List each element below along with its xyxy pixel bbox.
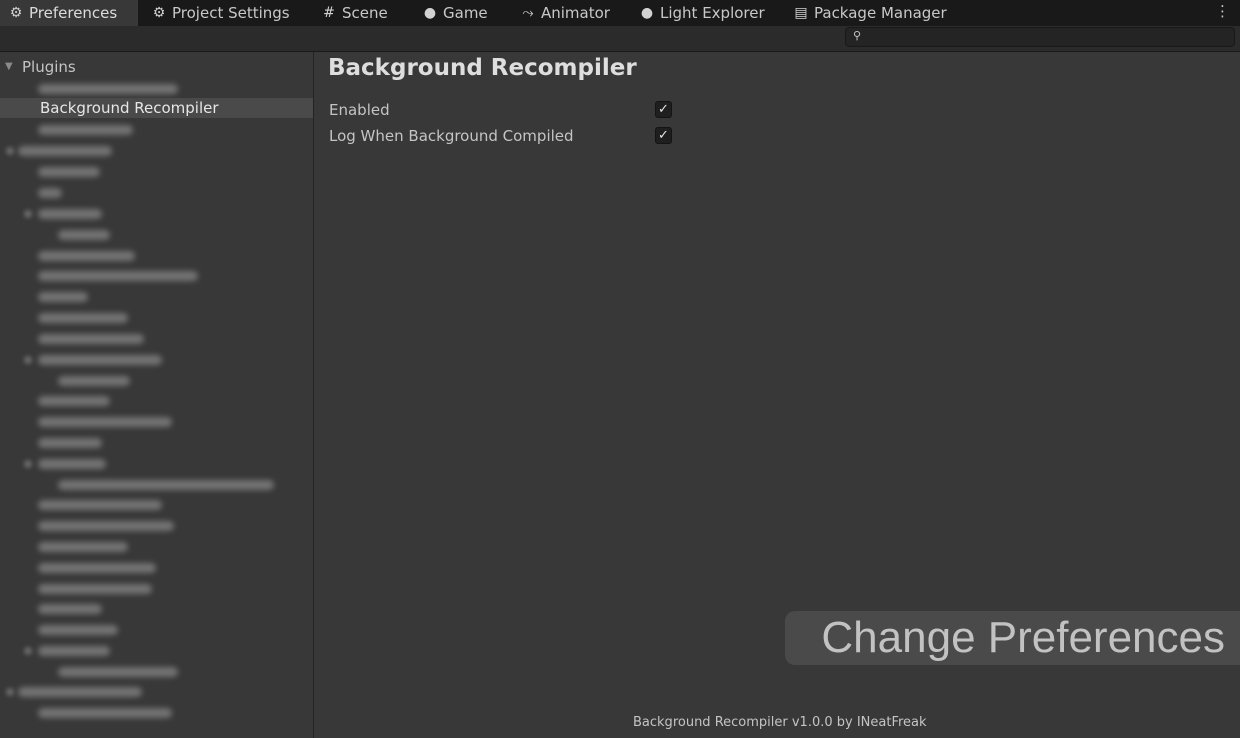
package-icon: ▤ [794, 5, 808, 21]
blurred-tree-item[interactable] [38, 521, 174, 531]
preferences-sidebar: ▼ Plugins Background Recompiler [0, 52, 314, 738]
blurred-tree-item[interactable] [38, 563, 156, 573]
tab-preferences[interactable]: ⚙ Preferences [0, 0, 138, 26]
setting-enabled: Enabled ✓ [329, 99, 679, 121]
window-tab-bar: ⚙ Preferences ⚙ Project Settings # Scene… [0, 0, 1240, 26]
blurred-tree-item[interactable] [38, 355, 162, 365]
blurred-tree-item[interactable] [38, 251, 135, 261]
expand-arrow-icon[interactable]: ▼ [5, 57, 13, 77]
blurred-tree-item[interactable] [38, 459, 106, 469]
tab-animator[interactable]: ⤳ Animator [520, 0, 610, 26]
gamepad-icon: ● [423, 5, 437, 21]
blurred-tree-item[interactable] [38, 292, 88, 302]
blurred-tree-item[interactable] [38, 188, 62, 198]
blurred-fold-icon [6, 147, 14, 155]
tab-project-settings[interactable]: ⚙ Project Settings [151, 0, 290, 26]
blurred-fold-icon [24, 210, 32, 218]
more-options-icon[interactable]: ⋮ [1215, 2, 1230, 20]
log-when-compiled-checkbox[interactable]: ✓ [655, 127, 672, 144]
preferences-window: ⚙ Preferences ⚙ Project Settings # Scene… [0, 0, 1240, 738]
setting-label: Log When Background Compiled [329, 127, 574, 145]
enabled-checkbox[interactable]: ✓ [655, 101, 672, 118]
tab-label: Animator [541, 4, 610, 22]
blurred-fold-icon [24, 647, 32, 655]
blurred-tree-item[interactable] [58, 667, 178, 677]
search-input[interactable]: ⚲ [845, 27, 1235, 47]
blurred-tree-item[interactable] [38, 625, 118, 635]
version-footer: Background Recompiler v1.0.0 by INeatFre… [633, 715, 927, 730]
blurred-tree-item[interactable] [38, 584, 152, 594]
tree-item-label: Plugins [22, 58, 76, 76]
banner-text: Change Preferences [821, 613, 1225, 662]
change-preferences-banner: Change Preferences [785, 611, 1240, 665]
blurred-fold-icon [24, 460, 32, 468]
tree-item-plugins[interactable]: ▼ Plugins [0, 57, 313, 77]
tab-package-manager[interactable]: ▤ Package Manager [793, 0, 947, 26]
blurred-tree-item[interactable] [38, 604, 102, 614]
blurred-tree-item[interactable] [38, 396, 110, 406]
blurred-fold-icon [24, 356, 32, 364]
blurred-tree-item[interactable] [38, 167, 100, 177]
tab-game[interactable]: ● Game [422, 0, 488, 26]
blurred-tree-item[interactable] [18, 146, 112, 156]
tree-item-background-recompiler[interactable]: Background Recompiler [0, 98, 313, 118]
tab-label: Package Manager [814, 4, 947, 22]
gear-icon: ⚙ [9, 5, 23, 21]
blurred-tree-item[interactable] [38, 542, 128, 552]
blurred-fold-icon [6, 688, 14, 696]
gear-icon: ⚙ [152, 5, 166, 21]
setting-log-when-background-compiled: Log When Background Compiled ✓ [329, 125, 679, 147]
tab-label: Scene [342, 4, 388, 22]
blurred-tree-item[interactable] [38, 271, 198, 281]
page-title: Background Recompiler [328, 55, 637, 81]
hash-icon: # [323, 5, 335, 21]
search-icon: ⚲ [853, 29, 862, 42]
animator-icon: ⤳ [522, 5, 534, 21]
tab-label: Project Settings [172, 4, 290, 22]
blurred-tree-item[interactable] [38, 209, 102, 219]
lightbulb-icon: ● [640, 5, 654, 21]
blurred-tree-item[interactable] [38, 84, 178, 94]
blurred-tree-item[interactable] [38, 125, 133, 135]
tab-label: Preferences [29, 4, 118, 22]
blurred-tree-item[interactable] [38, 417, 172, 427]
blurred-tree-item[interactable] [58, 480, 274, 490]
setting-label: Enabled [329, 101, 390, 119]
blurred-tree-item[interactable] [38, 334, 144, 344]
toolbar: ⚲ [0, 26, 1240, 52]
blurred-tree-item[interactable] [38, 500, 162, 510]
tab-label: Light Explorer [660, 4, 765, 22]
blurred-tree-item[interactable] [58, 230, 110, 240]
tab-label: Game [443, 4, 488, 22]
blurred-tree-item[interactable] [38, 646, 110, 656]
blurred-tree-item[interactable] [18, 687, 142, 697]
tree-item-label: Background Recompiler [40, 99, 219, 117]
tab-scene[interactable]: # Scene [321, 0, 388, 26]
blurred-tree-item[interactable] [38, 438, 102, 448]
blurred-tree-item[interactable] [38, 313, 128, 323]
blurred-tree-item[interactable] [58, 376, 130, 386]
tab-light-explorer[interactable]: ● Light Explorer [639, 0, 765, 26]
blurred-tree-item[interactable] [38, 708, 172, 718]
